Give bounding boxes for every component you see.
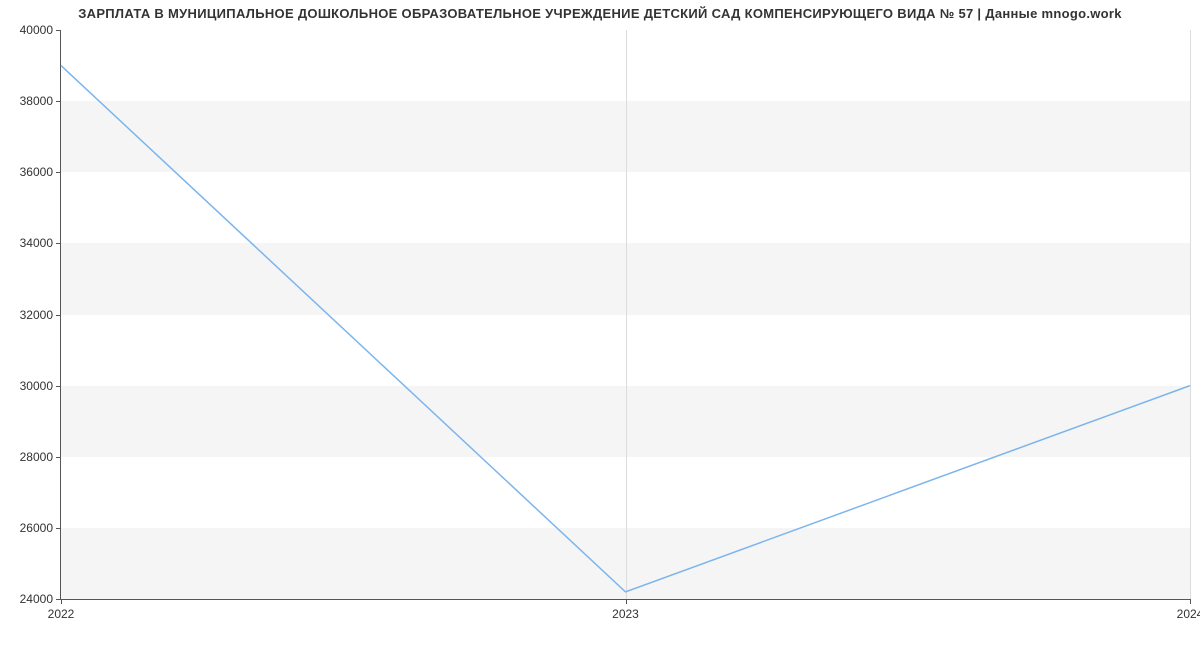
chart-title: ЗАРПЛАТА В МУНИЦИПАЛЬНОЕ ДОШКОЛЬНОЕ ОБРА… (0, 6, 1200, 21)
y-tick-label: 26000 (20, 521, 61, 535)
chart-container: ЗАРПЛАТА В МУНИЦИПАЛЬНОЕ ДОШКОЛЬНОЕ ОБРА… (0, 0, 1200, 650)
y-tick-label: 34000 (20, 236, 61, 250)
x-tick-mark (1190, 599, 1191, 604)
y-tick-label: 32000 (20, 308, 61, 322)
x-tick-mark (61, 599, 62, 604)
plot-area: 2022202320242400026000280003000032000340… (60, 30, 1190, 600)
x-tick-mark (626, 599, 627, 604)
x-tick-label: 2022 (48, 607, 75, 621)
gridline-vertical (1190, 30, 1191, 599)
y-tick-label: 40000 (20, 23, 61, 37)
series-line (61, 66, 1190, 592)
y-tick-label: 30000 (20, 379, 61, 393)
y-tick-label: 28000 (20, 450, 61, 464)
y-tick-label: 24000 (20, 592, 61, 606)
x-tick-label: 2024 (1177, 607, 1200, 621)
x-tick-label: 2023 (612, 607, 639, 621)
line-layer (61, 30, 1190, 599)
y-tick-label: 38000 (20, 94, 61, 108)
y-tick-label: 36000 (20, 165, 61, 179)
